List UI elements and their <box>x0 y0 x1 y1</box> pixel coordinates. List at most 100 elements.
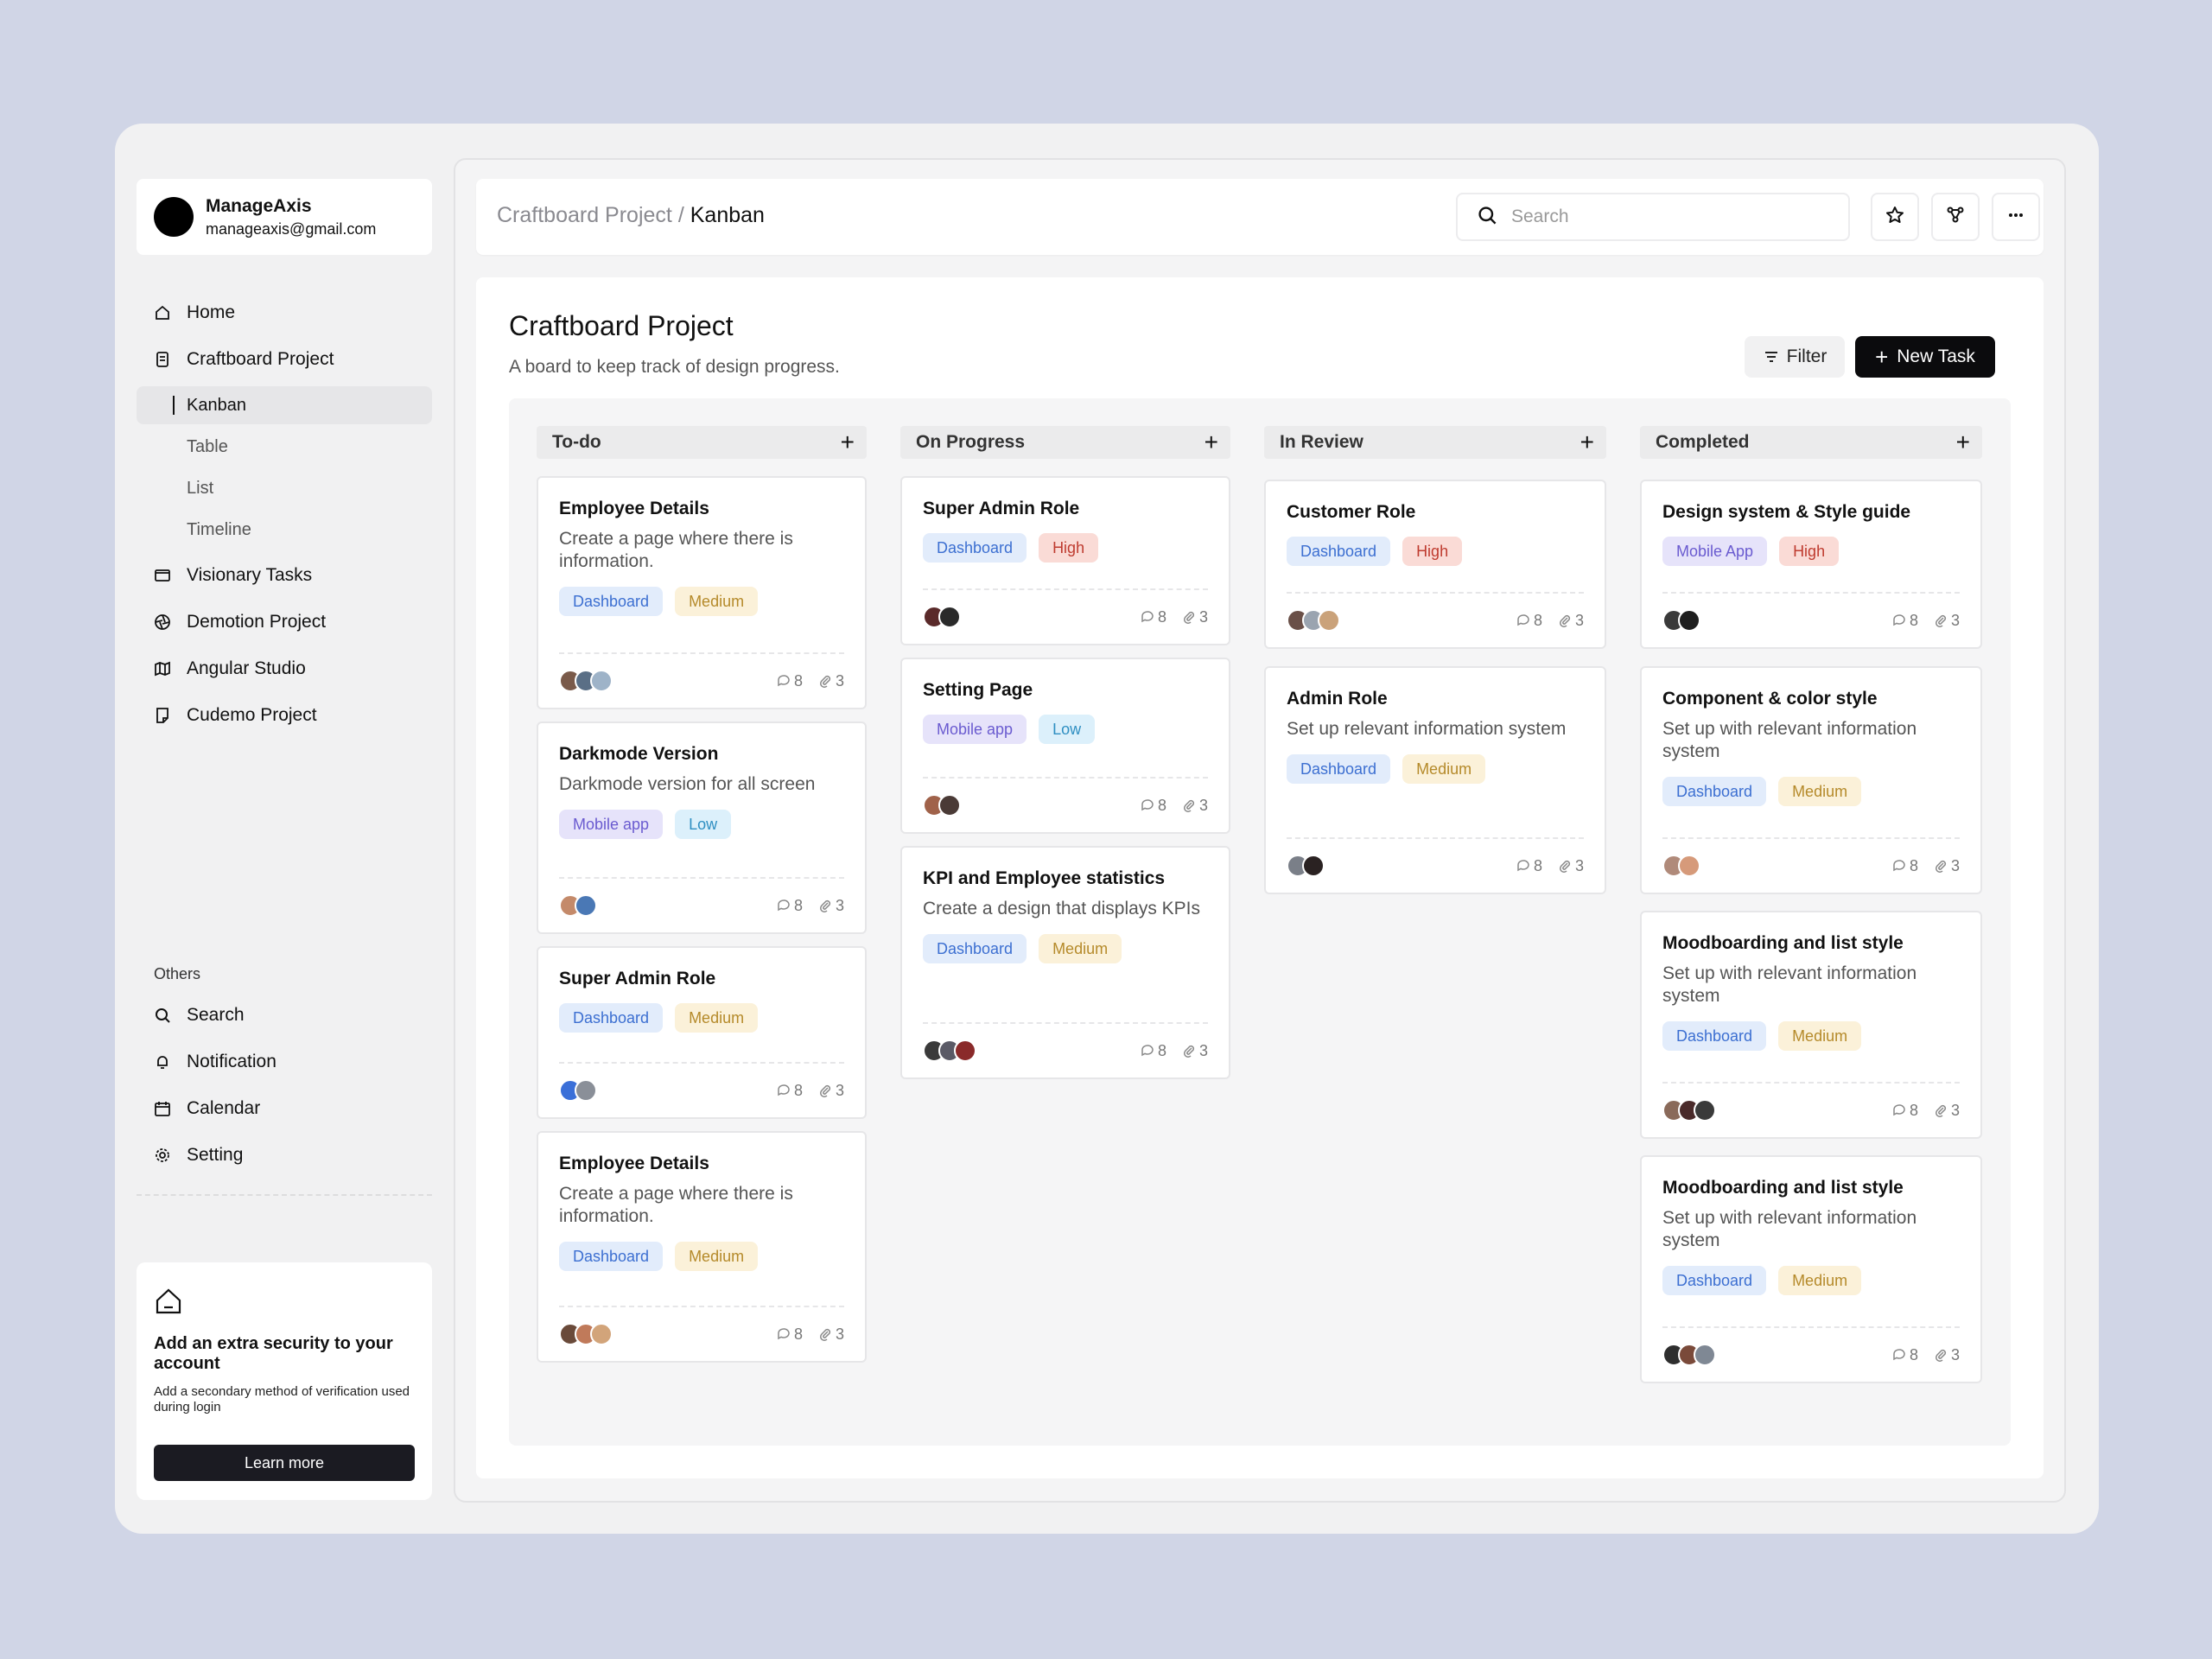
paperclip-icon <box>1936 1104 1947 1117</box>
comment-icon <box>778 899 790 912</box>
priority-badge: Medium <box>1778 1266 1862 1295</box>
sidebar-others-nav: Search Notification Calendar Setting <box>137 995 432 1182</box>
column-header: In Review + <box>1264 426 1606 459</box>
attachment-count: 3 <box>818 897 844 915</box>
task-card[interactable]: Employee Details Create a page where the… <box>537 1131 867 1363</box>
sidebar-item-label: Setting <box>187 1145 244 1165</box>
priority-badge: Medium <box>675 1003 759 1033</box>
sidebar-item-angular[interactable]: Angular Studio <box>137 649 432 689</box>
card-footer: 83 <box>923 1022 1208 1077</box>
sidebar-subitem-kanban[interactable]: Kanban <box>137 386 432 424</box>
column-completed: Completed + <box>1640 426 1982 459</box>
task-card[interactable]: Darkmode Version Darkmode version for al… <box>537 721 867 934</box>
sidebar-subitem-timeline[interactable]: Timeline <box>137 511 432 549</box>
task-card[interactable]: Design system & Style guide Mobile App Hi… <box>1640 480 1982 649</box>
add-card-icon[interactable]: + <box>841 429 855 456</box>
search-bar[interactable] <box>1456 193 1850 241</box>
avatar <box>590 1323 613 1345</box>
app-window: ManageAxis manageaxis@gmail.com Home Cra… <box>115 124 2099 1534</box>
sidebar-item-calendar[interactable]: Calendar <box>137 1089 432 1128</box>
task-card[interactable]: Super Admin Role Dashboard High 83 <box>900 476 1230 645</box>
assignee-avatars <box>1662 855 1700 877</box>
search-icon <box>154 1007 171 1024</box>
more-options-button[interactable] <box>1992 193 2040 241</box>
tag-label: Dashboard <box>1662 1266 1767 1295</box>
assignee-avatars <box>923 1039 976 1062</box>
task-card[interactable]: Super Admin Role Dashboard Medium 83 <box>537 946 867 1119</box>
sidebar-item-cudemo[interactable]: Cudemo Project <box>137 696 432 735</box>
gear-icon <box>154 1147 171 1164</box>
paperclip-icon <box>820 1328 831 1341</box>
paperclip-icon <box>1936 860 1947 873</box>
card-footer: 83 <box>559 1062 844 1117</box>
card-footer: 83 <box>923 777 1208 832</box>
sidebar-nav: Home Craftboard Project Kanban Table Lis… <box>137 293 432 742</box>
card-footer: 83 <box>559 652 844 708</box>
assignee-avatars <box>923 794 961 817</box>
sidebar-subitem-table[interactable]: Table <box>137 428 432 466</box>
task-card[interactable]: Moodboarding and list style Set up with … <box>1640 911 1982 1139</box>
learn-more-button[interactable]: Learn more <box>154 1445 415 1481</box>
task-card[interactable]: Moodboarding and list style Set up with … <box>1640 1155 1982 1383</box>
filter-label: Filter <box>1786 346 1827 366</box>
task-card[interactable]: Customer Role Dashboard High 83 <box>1264 480 1606 649</box>
attachment-count: 3 <box>1558 612 1584 630</box>
sidebar-item-notification[interactable]: Notification <box>137 1042 432 1082</box>
paperclip-icon <box>1936 1349 1947 1362</box>
sidebar-subitem-label: Table <box>187 436 228 456</box>
task-card[interactable]: Component & color style Set up with rele… <box>1640 666 1982 894</box>
star-button[interactable] <box>1871 193 1919 241</box>
task-card[interactable]: Employee Details Create a page where the… <box>537 476 867 709</box>
filter-icon <box>1764 352 1777 362</box>
add-card-icon[interactable]: + <box>1205 429 1218 456</box>
tag-label: Mobile app <box>559 810 664 839</box>
sidebar-item-craftboard[interactable]: Craftboard Project <box>137 340 432 379</box>
map-icon <box>154 660 171 677</box>
sidebar-item-search[interactable]: Search <box>137 995 432 1035</box>
card-description: Set up relevant information system <box>1287 719 1567 739</box>
new-task-button[interactable]: + New Task <box>1855 336 1995 378</box>
tag-label: Dashboard <box>1662 777 1767 806</box>
add-card-icon[interactable]: + <box>1580 429 1594 456</box>
card-footer: 83 <box>1662 592 1960 647</box>
search-input[interactable] <box>1511 207 1822 227</box>
sidebar-item-home[interactable]: Home <box>137 293 432 333</box>
attachment-count: 3 <box>1934 1102 1960 1120</box>
task-card[interactable]: Setting Page Mobile app Low 83 <box>900 658 1230 834</box>
priority-badge: High <box>1779 537 1840 566</box>
page-title: Craftboard Project <box>509 310 734 341</box>
breadcrumb-current: Kanban <box>690 203 765 227</box>
priority-badge: Low <box>675 810 732 839</box>
task-card[interactable]: Admin Role Set up relevant information s… <box>1264 666 1606 894</box>
plus-icon: + <box>1875 344 1889 370</box>
comment-icon <box>1141 611 1154 623</box>
task-card[interactable]: KPI and Employee statistics Create a des… <box>900 846 1230 1079</box>
sidebar-item-label: Craftboard Project <box>187 349 334 369</box>
card-title: Component & color style <box>1662 689 1878 709</box>
breadcrumb-parent[interactable]: Craftboard Project <box>497 203 672 227</box>
filter-button[interactable]: Filter <box>1745 336 1845 378</box>
share-button[interactable] <box>1931 193 1980 241</box>
card-title: Customer Role <box>1287 502 1416 522</box>
add-card-icon[interactable]: + <box>1956 429 1970 456</box>
sidebar-item-visionary[interactable]: Visionary Tasks <box>137 556 432 595</box>
card-title: Admin Role <box>1287 689 1388 709</box>
priority-badge: Medium <box>1778 1021 1862 1051</box>
assignee-avatars <box>559 670 613 692</box>
column-header: To-do + <box>537 426 867 459</box>
card-footer: 83 <box>1662 1326 1960 1382</box>
sidebar-item-demotion[interactable]: Demotion Project <box>137 602 432 642</box>
kanban-board: To-do + Employee Details Create a page w… <box>509 398 2011 1446</box>
main-content: Craftboard Project / Kanban Craftboard P… <box>454 158 2066 1503</box>
comment-icon <box>1893 614 1905 626</box>
priority-badge: High <box>1039 533 1099 563</box>
sidebar-subitem-list[interactable]: List <box>137 469 432 507</box>
comment-icon <box>778 1084 790 1096</box>
priority-badge: High <box>1402 537 1463 566</box>
sidebar-divider <box>137 1194 432 1196</box>
avatar <box>575 894 597 917</box>
sidebar-item-label: Home <box>187 302 236 322</box>
sidebar-item-setting[interactable]: Setting <box>137 1135 432 1175</box>
profile-card[interactable]: ManageAxis manageaxis@gmail.com <box>137 179 432 255</box>
comment-count: 8 <box>777 1082 803 1100</box>
